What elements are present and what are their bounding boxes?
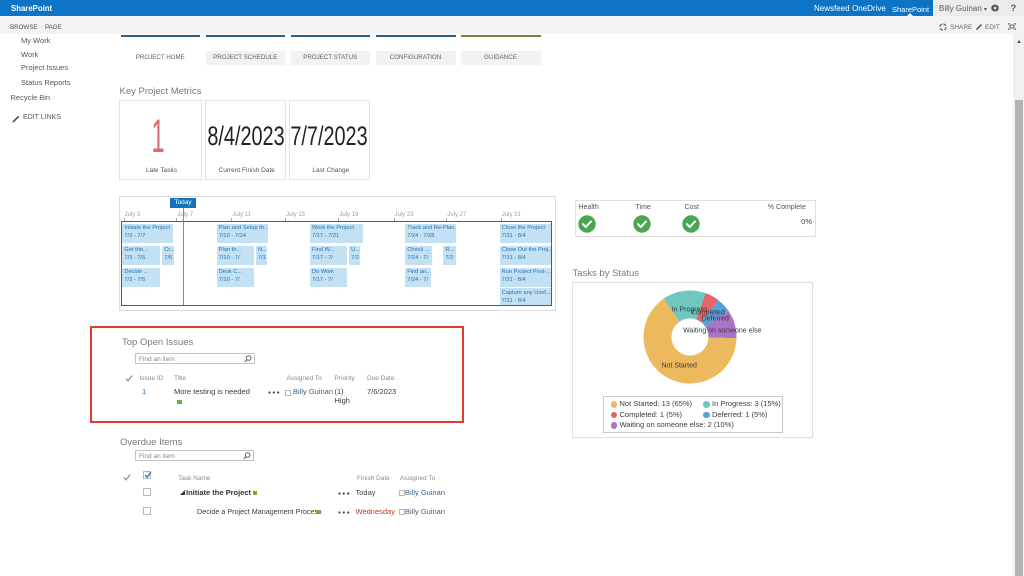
- svg-text:Not Started: Not Started: [661, 362, 697, 369]
- svg-text:Deferred: Deferred: [702, 315, 729, 322]
- svg-text:Waiting on someone else: Waiting on someone else: [683, 328, 761, 335]
